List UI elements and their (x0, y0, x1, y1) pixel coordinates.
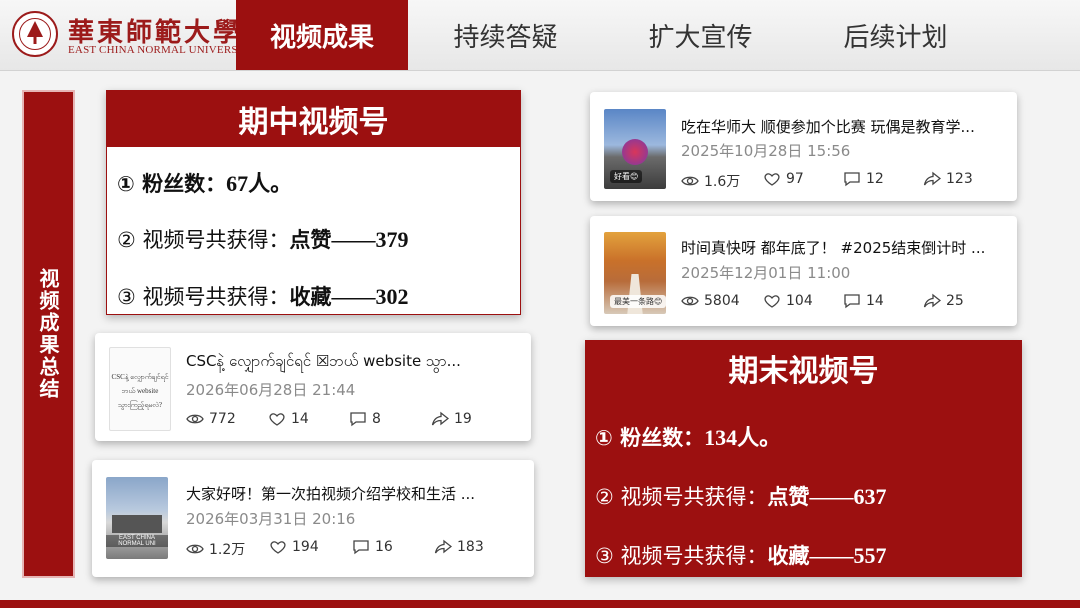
post-title[interactable]: 大家好呀！第一次拍视频介绍学校和生活 ... (186, 483, 521, 504)
video-post-card[interactable]: 好看😊 吃在华师大 顺便参加个比赛 玩偶是教育学... 2025年10月28日 … (590, 92, 1017, 201)
final-likes-line: ② 视频号共获得：点赞——637 (595, 484, 887, 509)
post-title[interactable]: 吃在华师大 顺便参加个比赛 玩偶是教育学... (681, 116, 1006, 137)
comment-icon (350, 412, 366, 427)
eye-icon (186, 544, 204, 554)
eye-icon (186, 414, 204, 424)
final-fav-value: ——557 (809, 543, 887, 568)
comment-button[interactable]: 16 (352, 539, 393, 555)
comment-icon (844, 294, 860, 309)
section-side-label: 视频成果总结 (22, 90, 75, 578)
share-button[interactable]: 19 (431, 411, 472, 427)
like-button[interactable]: 14 (268, 411, 309, 427)
final-fans-line: ① 粉丝数：134人。 (595, 425, 782, 450)
midterm-likes-value: ——379 (331, 227, 409, 252)
video-post-card[interactable]: CSCနဲ့ လျှောက်ချင်ရင် ဘယ် website သွားကြ… (95, 333, 531, 441)
heart-icon (764, 295, 780, 308)
video-post-card[interactable]: EAST CHINA NORMAL UNI 大家好呀！第一次拍视频介绍学校和生活… (92, 460, 534, 577)
midterm-stats-box: 期中视频号 ① 粉丝数：67人。 ② 视频号共获得：点赞——379 ③ 视频号共… (106, 90, 521, 315)
comment-button[interactable]: 8 (349, 411, 381, 427)
post-title[interactable]: 时间真快呀 都年底了！ #2025结束倒计时 ... (681, 237, 1006, 258)
final-likes-value: ——637 (809, 484, 887, 509)
share-icon (431, 411, 449, 426)
views-count: 5804 (681, 293, 740, 309)
like-button[interactable]: 104 (763, 293, 813, 309)
share-icon (434, 539, 452, 554)
midterm-likes-line: ② 视频号共获得：点赞——379 (117, 227, 409, 252)
final-fans-value: 134人。 (704, 425, 782, 450)
midterm-fans-value: 67人。 (226, 171, 293, 196)
tab-video-results[interactable]: 视频成果 (236, 0, 408, 70)
post-date: 2026年03月31日 20:16 (186, 510, 356, 528)
video-thumbnail[interactable]: 最美一条路😊 (604, 232, 666, 314)
final-title: 期末视频号 (585, 340, 1022, 396)
university-logo: 華東師範大學 EAST CHINA NORMAL UNIVERSITY (12, 10, 256, 60)
midterm-fans-line: ① 粉丝数：67人。 (117, 171, 293, 196)
views-count: 1.6万 (681, 171, 740, 191)
share-icon (923, 293, 941, 308)
eye-icon (681, 176, 699, 186)
share-button[interactable]: 123 (923, 171, 973, 187)
midterm-title: 期中视频号 (107, 91, 520, 147)
main-nav: 视频成果 持续答疑 扩大宣传 后续计划 (236, 0, 993, 70)
share-button[interactable]: 183 (434, 539, 484, 555)
midterm-fav-value: ——302 (331, 284, 409, 309)
views-count: 1.2万 (186, 539, 245, 559)
tab-publicity[interactable]: 扩大宣传 (603, 0, 798, 70)
final-fav-line: ③ 视频号共获得：收藏——557 (595, 543, 887, 568)
side-label-text: 视频成果总结 (36, 268, 60, 400)
seal-icon (12, 11, 58, 57)
views-count: 772 (186, 411, 236, 427)
comment-icon (353, 540, 369, 555)
like-button[interactable]: 194 (269, 539, 319, 555)
post-date: 2026年06月28日 21:44 (186, 381, 356, 399)
eye-icon (681, 296, 699, 306)
video-thumbnail[interactable]: EAST CHINA NORMAL UNI (106, 477, 168, 559)
comment-button[interactable]: 12 (843, 171, 884, 187)
video-thumbnail[interactable]: CSCနဲ့ လျှောက်ချင်ရင် ဘယ် website သွားကြ… (109, 347, 171, 431)
video-post-card[interactable]: 最美一条路😊 时间真快呀 都年底了！ #2025结束倒计时 ... 2025年1… (590, 216, 1017, 326)
logo-english-name: EAST CHINA NORMAL UNIVERSITY (68, 44, 257, 56)
post-date: 2025年12月01日 11:00 (681, 264, 851, 282)
tab-future-plans[interactable]: 后续计划 (798, 0, 993, 70)
comment-icon (844, 172, 860, 187)
midterm-fav-line: ③ 视频号共获得：收藏——302 (117, 284, 409, 309)
tab-continued-qa[interactable]: 持续答疑 (408, 0, 603, 70)
heart-icon (270, 541, 286, 554)
video-thumbnail[interactable]: 好看😊 (604, 109, 666, 189)
final-stats-box: 期末视频号 ① 粉丝数：134人。 ② 视频号共获得：点赞——637 ③ 视频号… (585, 340, 1022, 577)
like-button[interactable]: 97 (763, 171, 804, 187)
heart-icon (269, 413, 285, 426)
post-title[interactable]: CSCနဲ့ လျှောက်ချင်ရင် ☒ဘယ် website သွာ..… (186, 352, 516, 374)
bottom-accent-bar (0, 600, 1080, 608)
share-icon (923, 171, 941, 186)
top-bar: 華東師範大學 EAST CHINA NORMAL UNIVERSITY 视频成果… (0, 0, 1080, 71)
share-button[interactable]: 25 (923, 293, 964, 309)
post-date: 2025年10月28日 15:56 (681, 142, 851, 160)
comment-button[interactable]: 14 (843, 293, 884, 309)
heart-icon (764, 173, 780, 186)
